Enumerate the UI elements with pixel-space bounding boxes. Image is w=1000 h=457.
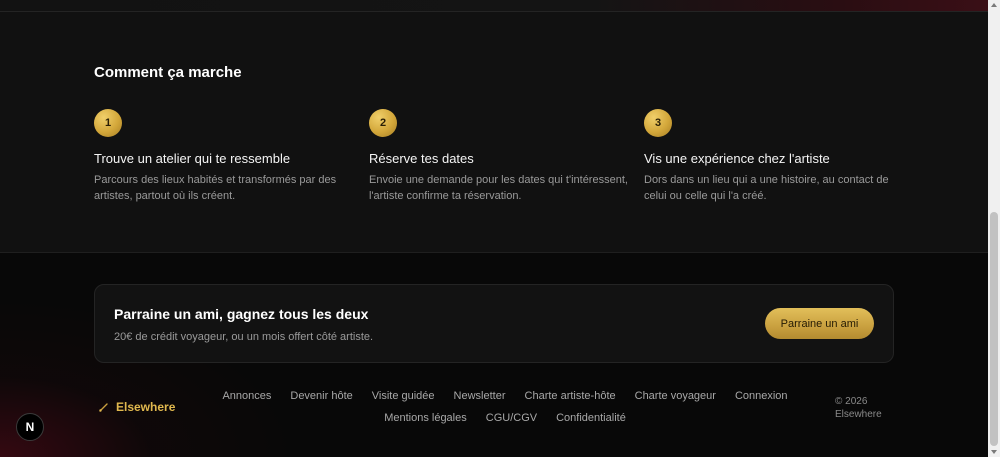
step-description: Dors dans un lieu qui a une histoire, au… — [644, 174, 889, 202]
how-it-works-title: Comment ça marche — [94, 64, 242, 81]
how-it-works-section: Comment ça marche 1 Trouve un atelier qu… — [0, 12, 988, 253]
scroll-up-arrow-icon[interactable] — [991, 3, 997, 7]
copyright-name: Elsewhere — [835, 409, 882, 420]
scroll-down-arrow-icon[interactable] — [991, 450, 997, 454]
footer-link-connexion[interactable]: Connexion — [735, 389, 788, 403]
footer-link-cgu-cgv[interactable]: CGU/CGV — [486, 411, 537, 425]
step-number-badge: 1 — [94, 109, 122, 137]
step-title: Réserve tes dates — [369, 151, 474, 166]
step-number-badge: 3 — [644, 109, 672, 137]
footer-link-mentions-legales[interactable]: Mentions légales — [384, 411, 467, 425]
referral-title: Parraine un ami, gagnez tous les deux — [114, 306, 369, 322]
footer-link-annonces[interactable]: Annonces — [222, 389, 271, 403]
footer-link-confidentialite[interactable]: Confidentialité — [556, 411, 626, 425]
footer-links: Annonces Devenir hôte Visite guidée News… — [210, 389, 800, 425]
page-viewport: Comment ça marche 1 Trouve un atelier qu… — [0, 0, 988, 457]
step-description: Parcours des lieux habités et transformé… — [94, 174, 337, 202]
step-1: 1 Trouve un atelier qui te ressemble Par… — [94, 109, 354, 204]
step-title: Trouve un atelier qui te ressemble — [94, 151, 291, 166]
previous-section-edge — [0, 0, 988, 12]
dev-tools-badge[interactable]: N — [16, 413, 44, 441]
footer: Parraine un ami, gagnez tous les deux 20… — [0, 253, 988, 457]
brand-name: Elsewhere — [116, 400, 176, 414]
copyright-year: © 2026 — [835, 396, 868, 407]
footer-link-newsletter[interactable]: Newsletter — [454, 389, 506, 403]
scrollbar-thumb[interactable] — [990, 212, 998, 446]
copyright: © 2026 Elsewhere — [835, 395, 895, 421]
step-2: 2 Réserve tes dates Envoie une demande p… — [369, 109, 629, 204]
step-title: Vis une expérience chez l'artiste — [644, 151, 830, 166]
footer-link-visite-guidee[interactable]: Visite guidée — [372, 389, 435, 403]
vertical-scrollbar[interactable] — [988, 0, 1000, 457]
brush-icon — [99, 403, 108, 412]
step-3: 3 Vis une expérience chez l'artiste Dors… — [644, 109, 904, 204]
step-description: Envoie une demande pour les dates qui t'… — [369, 174, 628, 202]
referral-subtitle: 20€ de crédit voyageur, ou un mois offer… — [114, 331, 374, 343]
footer-link-charte-artiste-hote[interactable]: Charte artiste-hôte — [525, 389, 616, 403]
footer-link-charte-voyageur[interactable]: Charte voyageur — [635, 389, 716, 403]
referral-card: Parraine un ami, gagnez tous les deux 20… — [94, 284, 894, 363]
step-number-badge: 2 — [369, 109, 397, 137]
refer-friend-button[interactable]: Parraine un ami — [765, 308, 874, 339]
footer-brand[interactable]: Elsewhere — [98, 400, 175, 414]
footer-link-devenir-hote[interactable]: Devenir hôte — [290, 389, 352, 403]
